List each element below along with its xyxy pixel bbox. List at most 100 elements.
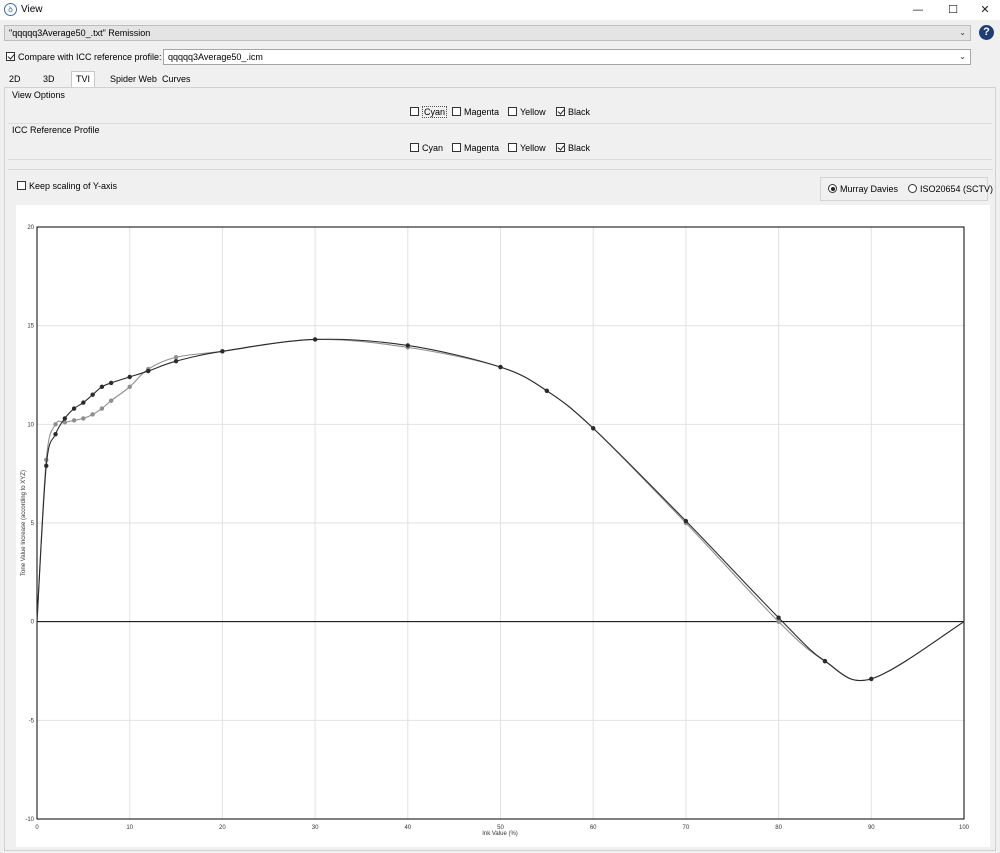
checkbox-box[interactable]: [508, 107, 517, 116]
compare-checkbox-box[interactable]: [6, 52, 15, 61]
checkbox-label: Magenta: [464, 107, 500, 117]
view-magenta-checkbox[interactable]: Magenta: [452, 107, 499, 117]
y-tick-label: 15: [27, 324, 34, 330]
radio-button[interactable]: [908, 184, 917, 193]
profile-select-value: qqqqq3Average50_.icm: [168, 52, 263, 62]
title-bar: ꝺ View — ☐ ✕: [0, 0, 1000, 20]
measured-data-point: [127, 374, 132, 380]
app-swirl-icon: ꝺ: [4, 3, 17, 16]
measured-data-point: [146, 368, 151, 374]
y-axis-label: Tone Value Increase (according to XYZ): [21, 470, 27, 576]
y-tick-label: 0: [31, 620, 35, 626]
reference-data-point: [99, 406, 105, 411]
measured-data-point: [312, 337, 318, 342]
measured-data-point: [71, 406, 77, 411]
x-tick-label: 70: [683, 825, 690, 831]
y-tick-label: 10: [27, 422, 34, 428]
measured-data-point: [44, 463, 49, 468]
chart-grid: [36, 226, 965, 820]
reference-data-point: [127, 384, 132, 390]
view-cyan-checkbox[interactable]: Cyan: [410, 106, 448, 118]
compare-checkbox[interactable]: Compare with ICC reference profile:: [6, 52, 162, 62]
reference-data-point: [776, 619, 781, 624]
x-tick-label: 0: [35, 825, 39, 831]
x-tick-label: 90: [868, 825, 875, 831]
keep-scaling-checkbox[interactable]: Keep scaling of Y-axis: [17, 181, 117, 191]
x-tick-label: 10: [126, 825, 133, 831]
icc-black-checkbox[interactable]: Black: [556, 143, 590, 153]
icc-magenta-checkbox[interactable]: Magenta: [452, 143, 499, 153]
x-tick-label: 60: [590, 825, 597, 831]
checkbox-box[interactable]: [17, 181, 26, 190]
x-axis-label: Ink Value (%): [482, 831, 518, 837]
tvi-chart-area: 0 10 20 30 40 50 60 70 80 90 100 -10 -5 0 5 10 15 20 Ink …: [16, 205, 990, 847]
y-tick-label: 20: [27, 225, 34, 231]
reference-data-point: [71, 418, 77, 423]
checkbox-label: Magenta: [464, 143, 500, 153]
chevron-down-icon: ⌄: [959, 28, 966, 37]
checkbox-box[interactable]: [452, 107, 461, 116]
profile-select[interactable]: qqqqq3Average50_.icm ⌄: [163, 49, 971, 65]
measured-data-point: [591, 426, 596, 431]
maximize-button[interactable]: ☐: [938, 0, 968, 20]
icc-profile-title: ICC Reference Profile: [12, 125, 100, 135]
measured-data-point: [498, 364, 503, 370]
x-tick-label: 40: [404, 825, 411, 831]
close-button[interactable]: ✕: [970, 0, 1000, 20]
checkbox-label: Yellow: [520, 143, 546, 153]
y-tick-label: -10: [25, 817, 34, 823]
tvi-chart: 0 10 20 30 40 50 60 70 80 90 100-10-505101520 Ink …: [21, 225, 970, 837]
minimize-button[interactable]: —: [903, 0, 933, 20]
reference-data-point: [81, 416, 86, 421]
x-tick-label: 80: [775, 825, 782, 831]
chart-axes: 0 10 20 30 40 50 60 70 80 90 100-10-505101520: [25, 225, 969, 831]
measured-data-point: [869, 676, 874, 682]
y-tick-label: -5: [29, 718, 35, 724]
radio-label: ISO20654 (SCTV): [920, 184, 994, 194]
window-title: View: [21, 4, 43, 15]
group-divider: [8, 159, 992, 160]
measured-data-point: [776, 615, 781, 620]
reference-data-point: [173, 355, 179, 360]
checkbox-label: Black: [568, 107, 591, 117]
tab-curves[interactable]: Curves: [158, 72, 195, 87]
chevron-down-icon: ⌄: [959, 52, 966, 61]
checkbox-box[interactable]: [452, 143, 461, 152]
checkbox-box[interactable]: [556, 107, 565, 116]
murray-davies-radio[interactable]: Murray Davies: [828, 184, 898, 194]
x-tick-label: 100: [959, 825, 970, 831]
tab-2d[interactable]: 2D: [5, 72, 25, 87]
checkbox-box[interactable]: [556, 143, 565, 152]
measured-data-point: [108, 380, 114, 386]
measured-data-point: [683, 518, 689, 524]
checkbox-box[interactable]: [410, 107, 419, 116]
tab-3d[interactable]: 3D: [39, 72, 59, 87]
iso20654-radio[interactable]: ISO20654 (SCTV): [908, 184, 993, 194]
view-yellow-checkbox[interactable]: Yellow: [508, 107, 546, 117]
checkbox-label: Cyan: [422, 106, 448, 118]
x-tick-label: 30: [312, 825, 319, 831]
tab-spider-web[interactable]: Spider Web: [106, 72, 161, 87]
checkbox-label: Cyan: [422, 143, 444, 153]
measured-data-point: [90, 392, 95, 397]
icc-yellow-checkbox[interactable]: Yellow: [508, 143, 546, 153]
measured-data-point: [822, 658, 828, 664]
measured-data-point: [405, 343, 410, 348]
help-icon[interactable]: ?: [979, 25, 994, 40]
checkbox-box[interactable]: [410, 143, 419, 152]
view-black-checkbox[interactable]: Black: [556, 107, 590, 117]
reference-data-point: [90, 412, 95, 417]
measurement-select[interactable]: "qqqqq3Average50_.txt" Remission ⌄: [4, 25, 971, 41]
checkbox-box[interactable]: [508, 143, 517, 152]
measured-data-point: [220, 349, 225, 354]
checkbox-label: Yellow: [520, 107, 546, 117]
x-tick-label: 20: [219, 825, 226, 831]
measured-data-point: [62, 416, 68, 421]
radio-button[interactable]: [828, 184, 837, 193]
icc-cyan-checkbox[interactable]: Cyan: [410, 143, 443, 153]
measured-data-point: [173, 358, 179, 364]
reference-data-point: [108, 398, 114, 403]
reference-data-point: [53, 422, 58, 427]
checkbox-label: Black: [568, 143, 591, 153]
keep-scaling-label: Keep scaling of Y-axis: [29, 181, 118, 191]
